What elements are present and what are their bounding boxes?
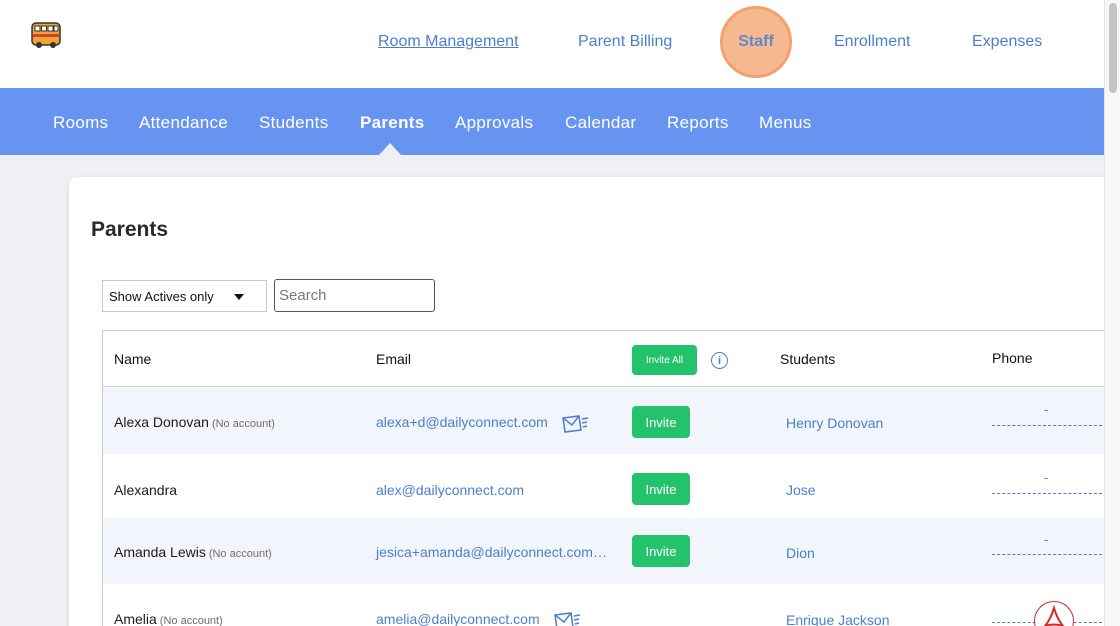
parent-email-link[interactable]: alex@dailyconnect.com xyxy=(376,482,524,498)
no-account-label: (No account) xyxy=(159,615,223,626)
parent-email-link[interactable]: alexa+d@dailyconnect.com xyxy=(376,414,548,430)
student-link[interactable]: Jose xyxy=(786,482,816,498)
student-link[interactable]: Henry Donovan xyxy=(786,415,883,431)
parent-email-link[interactable]: amelia@dailyconnect.com xyxy=(376,611,540,626)
invite-button[interactable]: Invite xyxy=(632,406,690,438)
nav-item-rooms[interactable]: Rooms xyxy=(53,113,108,133)
status-filter-select[interactable]: Show Actives only xyxy=(102,280,267,312)
phone-underline xyxy=(992,493,1102,494)
pdf-glyph-icon xyxy=(1043,604,1065,626)
search-input[interactable] xyxy=(274,279,435,312)
no-account-label: (No account) xyxy=(208,548,272,560)
parent-email-link[interactable]: jesica+amanda@dailyconnect.com… xyxy=(376,544,607,560)
page-scrollbar[interactable] xyxy=(1104,0,1120,626)
staff-link-highlight[interactable]: Staff xyxy=(720,6,792,78)
pdf-export-icon[interactable] xyxy=(1034,601,1074,626)
phone-underline xyxy=(992,554,1102,555)
parents-table: Name Email Invite All i Students Phone A… xyxy=(102,330,1113,626)
info-icon[interactable]: i xyxy=(711,352,728,369)
parent-name: Amanda Lewis (No account) xyxy=(114,544,272,560)
scrollbar-thumb[interactable] xyxy=(1109,3,1117,93)
invite-button[interactable]: Invite xyxy=(632,473,690,505)
nav-item-calendar[interactable]: Calendar xyxy=(565,113,636,133)
column-header-phone[interactable]: Phone xyxy=(992,350,1032,366)
parent-name: Amelia (No account) xyxy=(114,611,223,626)
table-row: Alexa Donovan (No account) alexa+d@dailyc… xyxy=(103,388,1113,454)
parent-name: Alexandra xyxy=(114,482,178,498)
table-row: Alexandra alex@dailyconnect.com Invite J… xyxy=(103,454,1113,518)
column-header-email[interactable]: Email xyxy=(376,351,411,367)
column-header-students[interactable]: Students xyxy=(780,351,835,367)
staff-link[interactable]: Staff xyxy=(738,33,774,51)
page-title: Parents xyxy=(91,218,169,241)
enrollment-link[interactable]: Enrollment xyxy=(834,33,910,51)
nav-item-menus[interactable]: Menus xyxy=(759,113,812,133)
student-link[interactable]: Enrique Jackson xyxy=(786,612,890,626)
invite-button[interactable]: Invite xyxy=(632,535,690,567)
nav-item-attendance[interactable]: Attendance xyxy=(139,113,228,133)
expenses-link[interactable]: Expenses xyxy=(972,33,1042,51)
chevron-down-icon xyxy=(234,294,244,300)
active-nav-indicator xyxy=(379,143,401,155)
parent-billing-link[interactable]: Parent Billing xyxy=(578,33,672,51)
top-header: Room Management Parent Billing Staff Enr… xyxy=(0,0,1104,88)
nav-item-students[interactable]: Students xyxy=(259,113,329,133)
table-header: Name Email Invite All i Students Phone xyxy=(103,331,1113,387)
no-account-label: (No account) xyxy=(211,418,275,430)
nav-item-approvals[interactable]: Approvals xyxy=(455,113,533,133)
table-row: Amelia (No account) amelia@dailyconnect.c… xyxy=(103,584,1113,626)
status-filter-value: Show Actives only xyxy=(109,289,214,304)
column-header-name[interactable]: Name xyxy=(114,351,151,367)
phone-value[interactable]: - xyxy=(1044,470,1048,485)
phone-underline xyxy=(992,425,1102,426)
main-nav: Rooms Attendance Students Parents Approv… xyxy=(0,88,1104,155)
school-bus-icon[interactable] xyxy=(31,21,61,49)
room-management-link[interactable]: Room Management xyxy=(378,33,519,51)
phone-value[interactable]: - xyxy=(1044,532,1048,547)
invite-all-button[interactable]: Invite All xyxy=(632,345,697,375)
sent-envelope-icon[interactable] xyxy=(553,611,581,626)
parent-name: Alexa Donovan (No account) xyxy=(114,414,275,430)
table-row: Amanda Lewis (No account) jesica+amanda@d… xyxy=(103,518,1113,584)
sent-envelope-icon[interactable] xyxy=(561,414,589,434)
nav-item-parents[interactable]: Parents xyxy=(360,113,424,133)
parent-name-text: Alexa Donovan xyxy=(114,414,209,430)
phone-value[interactable]: - xyxy=(1044,402,1048,417)
parent-name-text: Amanda Lewis xyxy=(114,544,206,560)
parent-name-text: Amelia xyxy=(114,611,157,626)
nav-item-reports[interactable]: Reports xyxy=(667,113,729,133)
student-link[interactable]: Dion xyxy=(786,545,815,561)
